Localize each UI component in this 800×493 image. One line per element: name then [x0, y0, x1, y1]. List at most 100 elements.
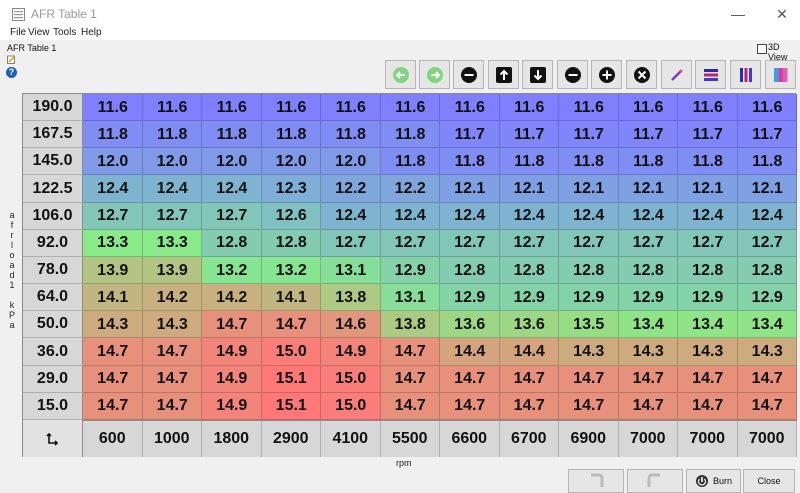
afr-cell[interactable]: 14.7	[499, 365, 559, 393]
afr-cell[interactable]: 14.4	[440, 338, 500, 366]
afr-cell[interactable]: 12.4	[440, 202, 500, 230]
afr-cell[interactable]: 14.1	[83, 284, 143, 312]
afr-cell[interactable]: 12.6	[261, 202, 321, 230]
afr-cell[interactable]: 14.3	[618, 338, 678, 366]
close-button[interactable]: Close	[743, 469, 795, 493]
afr-cell[interactable]: 14.3	[678, 338, 738, 366]
afr-cell[interactable]: 11.6	[202, 94, 262, 122]
afr-cell[interactable]: 11.8	[618, 148, 678, 176]
y-axis-value[interactable]: 78.0	[23, 256, 83, 285]
afr-cell[interactable]: 14.7	[618, 392, 678, 420]
minimize-button[interactable]: —	[718, 3, 758, 25]
afr-cell[interactable]: 12.9	[499, 284, 559, 312]
afr-cell[interactable]: 11.7	[499, 121, 559, 149]
afr-cell[interactable]: 12.9	[380, 256, 440, 285]
afr-cell[interactable]: 14.7	[737, 392, 797, 420]
afr-cell[interactable]: 14.2	[142, 284, 202, 312]
afr-cell[interactable]: 12.9	[737, 284, 797, 312]
afr-cell[interactable]: 11.6	[618, 94, 678, 122]
afr-cell[interactable]: 12.0	[83, 148, 143, 176]
x-axis-value[interactable]: 6700	[500, 421, 559, 457]
y-axis-value[interactable]: 167.5	[23, 121, 83, 149]
redo-button[interactable]	[627, 469, 683, 493]
afr-cell[interactable]: 11.8	[380, 148, 440, 176]
afr-cell[interactable]: 11.7	[737, 121, 797, 149]
afr-cell[interactable]: 12.7	[440, 229, 500, 257]
x-axis-value[interactable]: 5500	[381, 421, 440, 457]
afr-cell[interactable]: 12.7	[737, 229, 797, 257]
afr-cell[interactable]: 13.6	[440, 311, 500, 339]
afr-cell[interactable]: 14.7	[440, 392, 500, 420]
afr-cell[interactable]: 11.8	[737, 148, 797, 176]
y-axis-value[interactable]: 106.0	[23, 202, 83, 230]
edit-button[interactable]	[661, 60, 692, 89]
afr-cell[interactable]: 14.7	[83, 365, 143, 393]
y-axis-value[interactable]: 50.0	[23, 311, 83, 339]
afr-cell[interactable]: 11.8	[678, 148, 738, 176]
x-axis-value[interactable]: 4100	[321, 421, 381, 457]
x-axis-value[interactable]: 7000	[619, 421, 678, 457]
x-axis-value[interactable]: 6600	[440, 421, 500, 457]
afr-cell[interactable]: 12.7	[202, 202, 262, 230]
afr-cell[interactable]: 11.7	[678, 121, 738, 149]
afr-cell[interactable]: 14.9	[202, 392, 262, 420]
afr-cell[interactable]: 12.1	[618, 175, 678, 203]
afr-cell[interactable]: 11.8	[559, 148, 619, 176]
decrement-small-button[interactable]	[557, 60, 588, 89]
afr-cell[interactable]: 14.7	[83, 338, 143, 366]
afr-cell[interactable]: 11.6	[499, 94, 559, 122]
afr-cell[interactable]: 11.6	[440, 94, 500, 122]
afr-cell[interactable]: 12.4	[142, 175, 202, 203]
clear-button[interactable]	[626, 60, 657, 89]
afr-cell[interactable]: 12.1	[559, 175, 619, 203]
afr-cell[interactable]: 11.6	[83, 94, 143, 122]
afr-cell[interactable]: 14.7	[202, 311, 262, 339]
menu-help[interactable]: Help	[81, 27, 102, 38]
afr-cell[interactable]: 12.4	[380, 202, 440, 230]
shift-down-button[interactable]	[522, 60, 553, 89]
swap-axes-button[interactable]	[23, 420, 83, 457]
afr-cell[interactable]: 12.4	[202, 175, 262, 203]
afr-cell[interactable]: 12.9	[618, 284, 678, 312]
afr-cell[interactable]: 14.1	[261, 284, 321, 312]
afr-cell[interactable]: 11.6	[142, 94, 202, 122]
afr-cell[interactable]: 12.4	[678, 202, 738, 230]
afr-cell[interactable]: 12.8	[678, 256, 738, 285]
afr-cell[interactable]: 13.3	[142, 229, 202, 257]
afr-cell[interactable]: 12.9	[440, 284, 500, 312]
y-axis-value[interactable]: 36.0	[23, 338, 83, 366]
afr-cell[interactable]: 14.7	[83, 392, 143, 420]
y-axis-value[interactable]: 15.0	[23, 392, 83, 420]
afr-cell[interactable]: 13.9	[83, 256, 143, 285]
afr-cell[interactable]: 14.3	[737, 338, 797, 366]
afr-cell[interactable]: 14.7	[499, 392, 559, 420]
rotate-left-button[interactable]	[385, 60, 416, 89]
afr-cell[interactable]: 11.8	[83, 121, 143, 149]
afr-cell[interactable]: 14.4	[499, 338, 559, 366]
afr-cell[interactable]: 12.8	[559, 256, 619, 285]
afr-cell[interactable]: 14.7	[737, 365, 797, 393]
increment-button[interactable]	[591, 60, 622, 89]
afr-cell[interactable]: 14.7	[559, 392, 619, 420]
afr-cell[interactable]: 13.1	[380, 284, 440, 312]
afr-cell[interactable]: 11.8	[202, 121, 262, 149]
afr-cell[interactable]: 11.6	[321, 94, 381, 122]
shift-up-button[interactable]	[488, 60, 519, 89]
afr-cell[interactable]: 14.7	[618, 365, 678, 393]
afr-cell[interactable]: 12.0	[321, 148, 381, 176]
afr-cell[interactable]: 13.5	[559, 311, 619, 339]
afr-cell[interactable]: 12.7	[142, 202, 202, 230]
afr-cell[interactable]: 12.1	[737, 175, 797, 203]
afr-cell[interactable]: 13.6	[499, 311, 559, 339]
afr-cell[interactable]: 11.6	[380, 94, 440, 122]
afr-cell[interactable]: 12.3	[261, 175, 321, 203]
afr-cell[interactable]: 12.7	[380, 229, 440, 257]
view3d-checkbox[interactable]	[757, 44, 767, 54]
afr-cell[interactable]: 14.7	[380, 338, 440, 366]
afr-cell[interactable]: 14.3	[83, 311, 143, 339]
x-axis-value[interactable]: 6900	[559, 421, 619, 457]
y-axis-value[interactable]: 122.5	[23, 175, 83, 203]
afr-cell[interactable]: 12.2	[321, 175, 381, 203]
afr-cell[interactable]: 13.9	[142, 256, 202, 285]
y-axis-value[interactable]: 190.0	[23, 94, 83, 122]
